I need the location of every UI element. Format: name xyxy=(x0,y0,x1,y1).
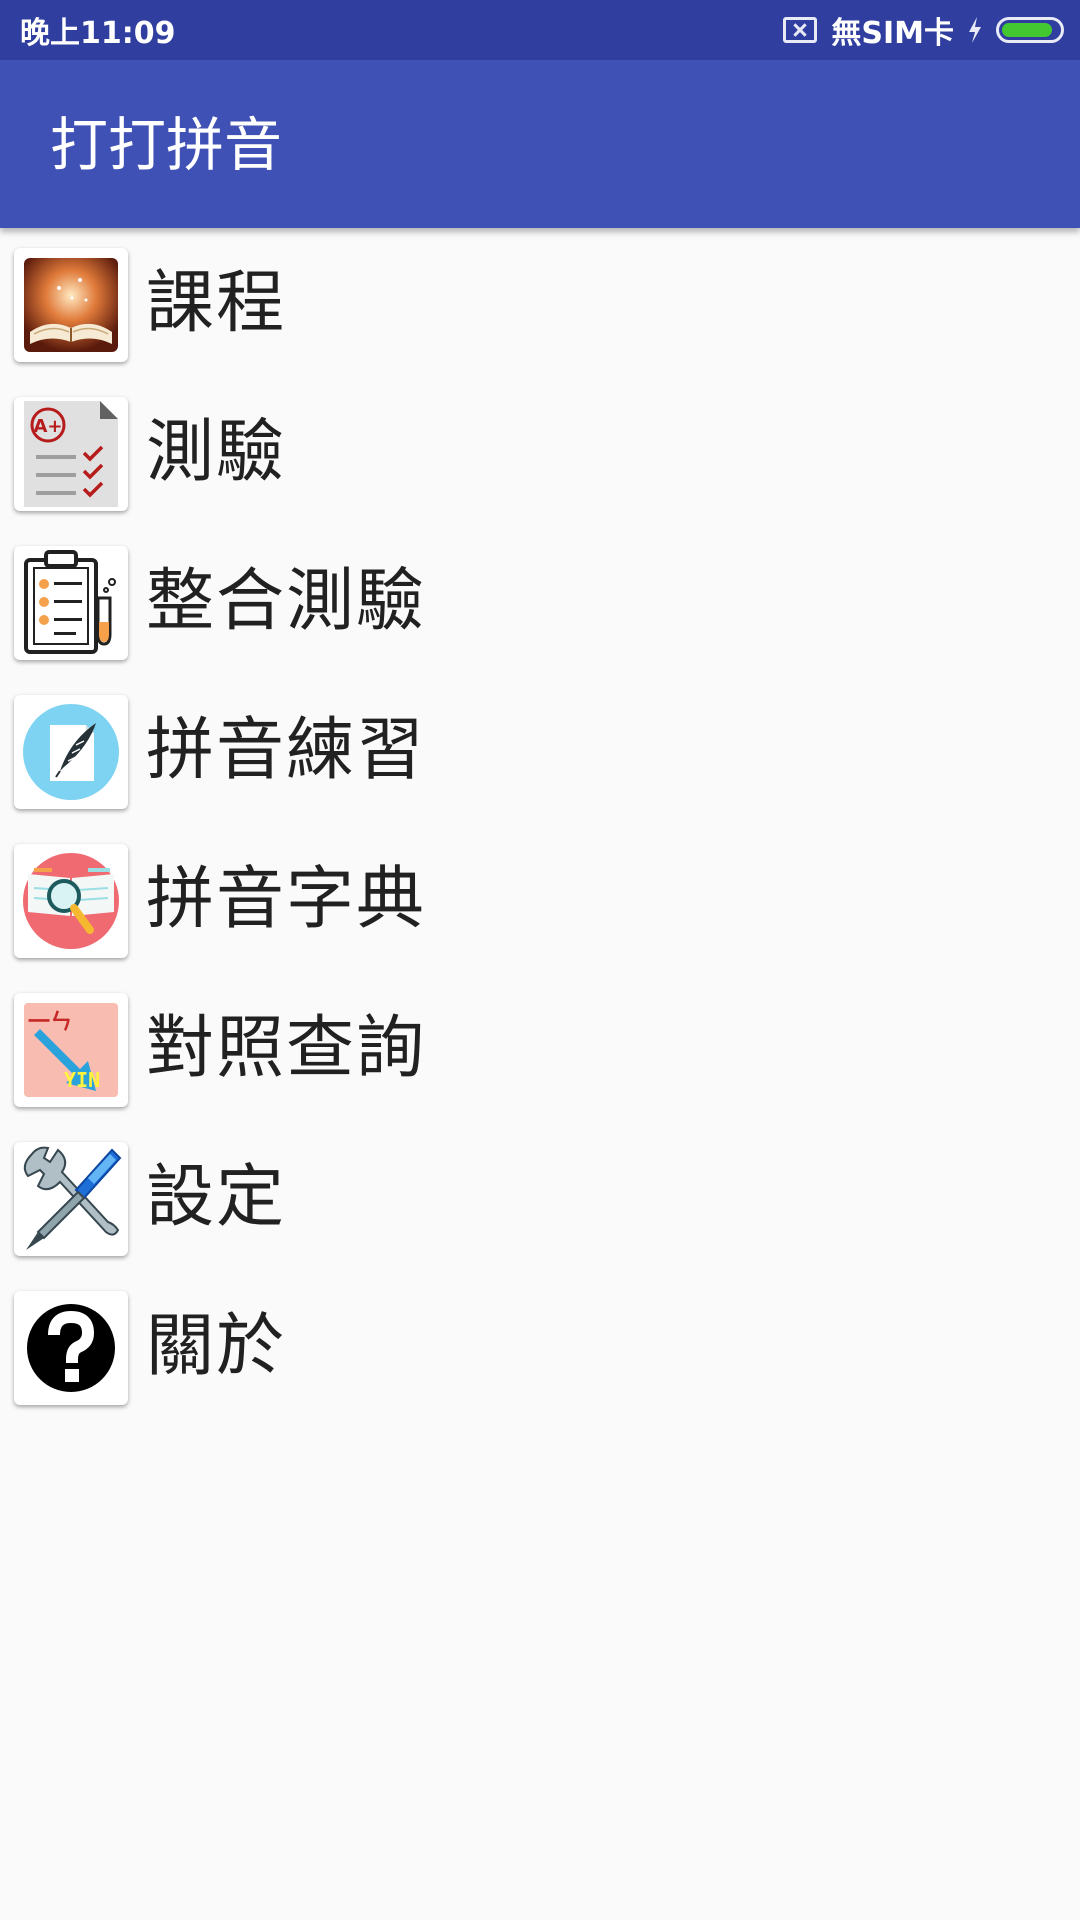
menu-item-settings[interactable]: 設定 xyxy=(0,1122,1080,1271)
menu-label-pinyin-practice: 拼音練習 xyxy=(146,711,427,790)
open-book-icon xyxy=(14,248,128,362)
magnifier-book-icon xyxy=(14,844,128,958)
menu-item-pinyin-practice[interactable]: 拼音練習 xyxy=(0,675,1080,824)
menu-label-test: 測驗 xyxy=(146,413,287,492)
wrench-screwdriver-icon xyxy=(14,1142,128,1256)
sim-status-text: 無SIM卡 xyxy=(831,16,954,51)
question-icon xyxy=(14,1291,128,1405)
app-bar: 打打拼音 xyxy=(0,60,1080,228)
menu-item-pinyin-dictionary[interactable]: 拼音字典 xyxy=(0,824,1080,973)
menu-item-about[interactable]: 關於 xyxy=(0,1271,1080,1420)
test-grade-text: A+ xyxy=(33,416,62,437)
charging-bolt-icon xyxy=(969,17,981,43)
clipboard-lab-icon xyxy=(14,546,128,660)
status-icons: 無SIM卡 xyxy=(783,8,1064,52)
menu-item-lookup[interactable]: 一ㄣ YIN 對照查詢 xyxy=(0,973,1080,1122)
menu-label-pinyin-dictionary: 拼音字典 xyxy=(146,860,427,939)
lookup-yin-text: YIN xyxy=(64,1068,100,1092)
test-checklist-icon: A+ xyxy=(14,397,128,511)
lookup-arrow-icon: 一ㄣ YIN xyxy=(14,993,128,1107)
menu-item-integrated-test[interactable]: 整合測驗 xyxy=(0,526,1080,675)
app-title: 打打拼音 xyxy=(50,111,283,179)
menu-label-lookup: 對照查詢 xyxy=(146,1009,427,1088)
battery-icon xyxy=(996,17,1064,43)
menu-label-settings: 設定 xyxy=(146,1158,287,1237)
battery-fill xyxy=(1002,23,1052,37)
menu-item-test[interactable]: A+ 測驗 xyxy=(0,377,1080,526)
status-bar: 晚上11:09 無SIM卡 xyxy=(0,0,1080,60)
menu-label-course: 課程 xyxy=(146,264,287,343)
lookup-bopomofo-text: 一ㄣ xyxy=(28,1010,72,1035)
quill-paper-icon xyxy=(14,695,128,809)
menu-item-course[interactable]: 課程 xyxy=(0,228,1080,377)
menu-label-integrated-test: 整合測驗 xyxy=(146,562,427,641)
no-sim-icon xyxy=(783,17,818,43)
status-time: 晚上11:09 xyxy=(20,16,176,51)
menu-label-about: 關於 xyxy=(146,1307,287,1386)
